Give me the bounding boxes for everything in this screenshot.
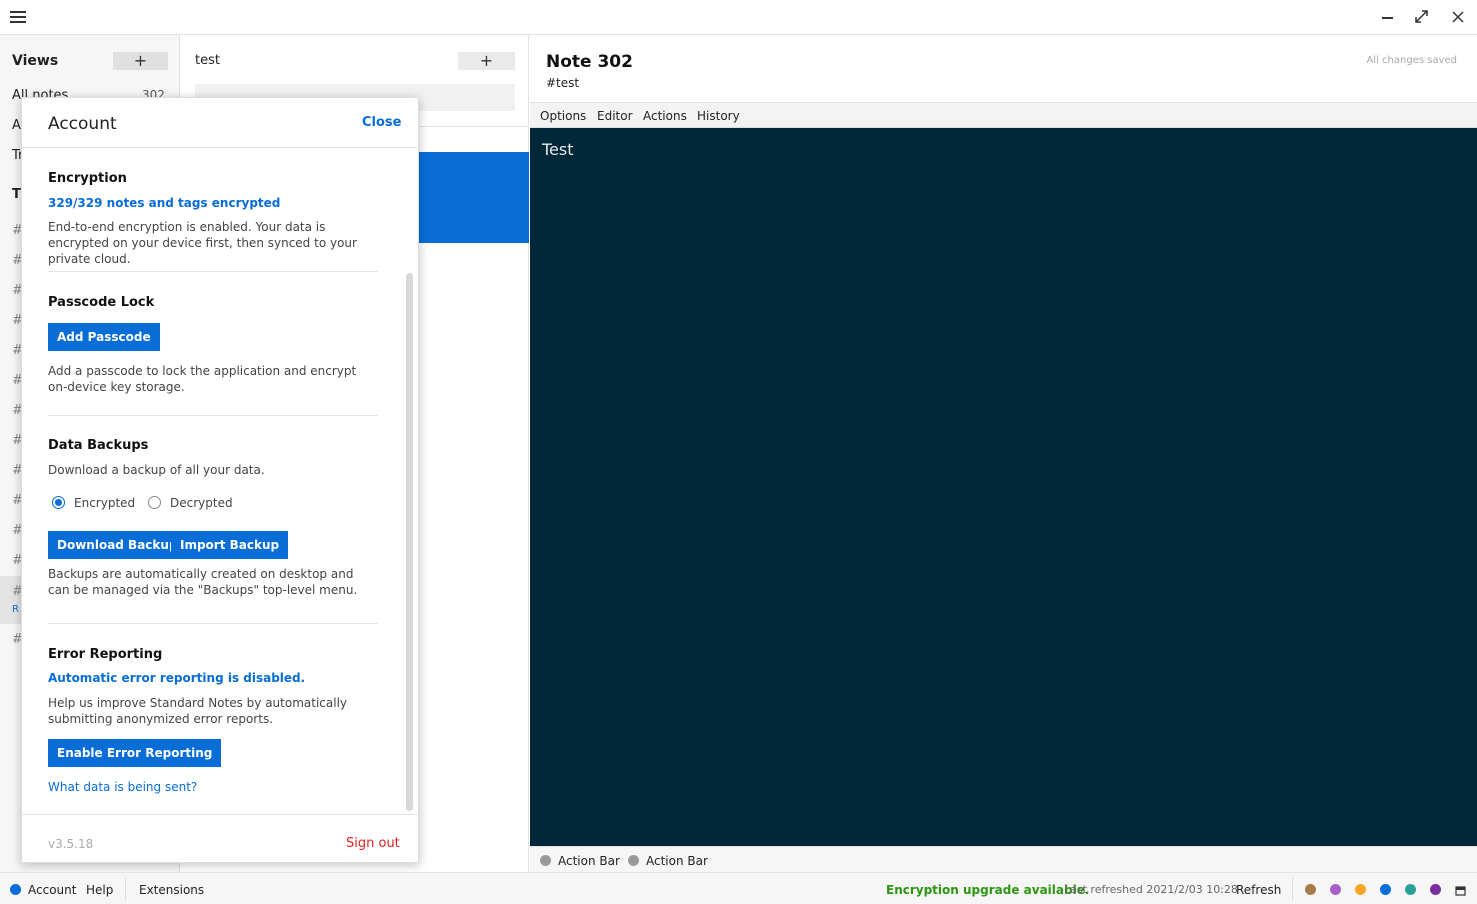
notes-panel-title: test xyxy=(195,53,220,68)
theme-dot-icon[interactable] xyxy=(1405,884,1416,895)
passcode-description: Add a passcode to lock the application a… xyxy=(48,364,357,394)
minimize-icon[interactable] xyxy=(1376,6,1400,28)
add-passcode-button[interactable]: Add Passcode xyxy=(48,323,160,351)
radio-decrypted[interactable]: Decrypted xyxy=(148,496,233,510)
extensions-button[interactable]: Extensions xyxy=(139,883,204,897)
theme-dot-icon[interactable] xyxy=(1355,884,1366,895)
save-status: All changes saved xyxy=(1366,55,1457,66)
note-editor[interactable]: Test xyxy=(530,128,1477,846)
close-window-icon[interactable] xyxy=(1446,6,1470,28)
last-refreshed: Last refreshed 2021/2/03 10:28 xyxy=(1064,883,1238,896)
divider xyxy=(125,877,126,901)
menu-editor[interactable]: Editor xyxy=(597,109,633,123)
editor-menu-bar: Options Editor Actions History xyxy=(530,102,1477,128)
error-reporting-description: Help us improve Standard Notes by automa… xyxy=(48,696,348,726)
action-bar-item[interactable]: Action Bar xyxy=(628,854,708,868)
theme-dot-icon[interactable] xyxy=(1330,884,1341,895)
add-note-button[interactable]: + xyxy=(458,52,515,70)
action-bar-label: Action Bar xyxy=(646,854,708,868)
divider xyxy=(48,271,378,272)
theme-dot-icon[interactable] xyxy=(1305,884,1316,895)
app-version: v3.5.18 xyxy=(48,837,94,851)
editor-panel: Note 302 #test All changes saved Options… xyxy=(530,35,1477,872)
error-reporting-heading: Error Reporting xyxy=(48,647,163,662)
enable-error-reporting-button[interactable]: Enable Error Reporting xyxy=(48,739,222,767)
account-status-icon xyxy=(10,884,21,895)
encryption-description: End-to-end encryption is enabled. Your d… xyxy=(48,220,357,266)
encryption-heading: Encryption xyxy=(48,171,127,186)
scrollbar[interactable] xyxy=(406,273,413,811)
help-button[interactable]: Help xyxy=(86,883,113,897)
encryption-status: 329/329 notes and tags encrypted xyxy=(48,196,281,210)
divider xyxy=(1292,877,1293,901)
theme-dot-icon[interactable] xyxy=(1430,884,1441,895)
status-dot-icon xyxy=(628,855,639,866)
note-body-text[interactable]: Test xyxy=(542,140,574,159)
radio-unselected-icon xyxy=(148,496,161,509)
action-bar-item[interactable]: Action Bar xyxy=(540,854,620,868)
tag-rename-link[interactable]: R xyxy=(12,604,19,615)
menu-history[interactable]: History xyxy=(697,109,740,123)
radio-encrypted[interactable]: Encrypted xyxy=(52,496,135,510)
menu-actions[interactable]: Actions xyxy=(643,109,687,123)
views-heading: Views xyxy=(12,53,59,69)
refresh-button[interactable]: Refresh xyxy=(1236,883,1281,897)
add-view-button[interactable]: + xyxy=(113,52,168,70)
account-panel: Account Close Encryption 329/329 notes a… xyxy=(21,97,419,863)
radio-selected-icon xyxy=(52,496,65,509)
backups-heading: Data Backups xyxy=(48,438,149,453)
download-backup-button[interactable]: Download Backup xyxy=(48,531,187,559)
theme-dot-icon[interactable] xyxy=(1380,884,1391,895)
backups-description: Download a backup of all your data. xyxy=(48,463,265,477)
note-tags-input[interactable]: #test xyxy=(546,76,579,90)
account-panel-title: Account xyxy=(48,114,117,134)
lock-icon[interactable] xyxy=(1455,883,1466,896)
encryption-upgrade-link[interactable]: Encryption upgrade available. xyxy=(886,883,1089,897)
error-reporting-status: Automatic error reporting is disabled. xyxy=(48,671,306,685)
action-bar-label: Action Bar xyxy=(558,854,620,868)
view-item-archived[interactable]: A xyxy=(12,118,21,133)
account-panel-footer: v3.5.18 Sign out xyxy=(22,814,418,862)
backups-note: Backups are automatically created on des… xyxy=(48,567,358,597)
account-button[interactable]: Account xyxy=(28,883,76,897)
action-bar: Action Bar Action Bar xyxy=(530,846,1477,872)
title-bar xyxy=(0,0,1477,35)
account-panel-header: Account Close xyxy=(22,98,418,148)
radio-decrypted-label: Decrypted xyxy=(170,496,233,510)
note-title-input[interactable]: Note 302 xyxy=(546,52,633,72)
import-backup-button[interactable]: Import Backup xyxy=(171,531,289,559)
tags-heading: T xyxy=(12,187,21,202)
hamburger-menu-icon[interactable] xyxy=(10,11,26,24)
footer-bar: Account Help Extensions Encryption upgra… xyxy=(0,872,1477,904)
sign-out-button[interactable]: Sign out xyxy=(346,836,400,851)
status-dot-icon xyxy=(540,855,551,866)
maximize-icon[interactable] xyxy=(1410,6,1434,28)
divider xyxy=(48,415,378,416)
passcode-heading: Passcode Lock xyxy=(48,295,155,310)
divider xyxy=(48,623,378,624)
menu-options[interactable]: Options xyxy=(540,109,586,123)
radio-encrypted-label: Encrypted xyxy=(74,496,136,510)
what-data-link[interactable]: What data is being sent? xyxy=(48,780,197,794)
close-button[interactable]: Close xyxy=(362,115,401,130)
